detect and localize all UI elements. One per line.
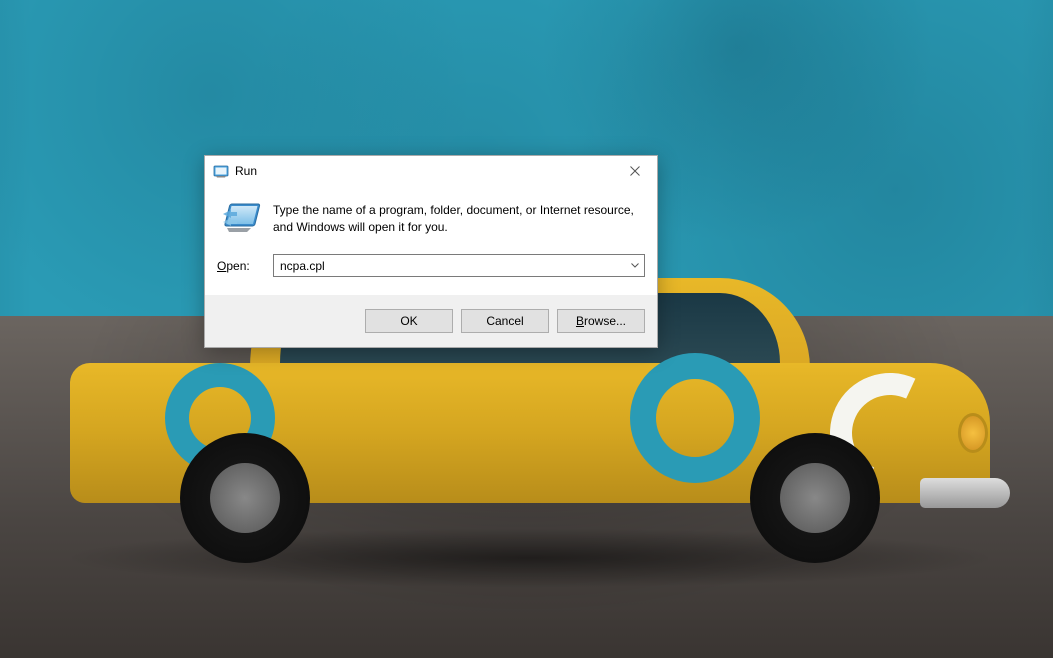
dialog-footer: OK Cancel Browse... (205, 295, 657, 347)
run-app-icon (221, 200, 261, 236)
browse-button[interactable]: Browse... (557, 309, 645, 333)
close-icon (630, 166, 640, 176)
wallpaper-car-taillight (958, 413, 988, 453)
close-button[interactable] (612, 157, 657, 186)
description-row: Type the name of a program, folder, docu… (217, 200, 645, 236)
titlebar-title: Run (235, 164, 612, 178)
wallpaper-car-bumper (920, 478, 1010, 508)
chevron-down-icon (631, 263, 639, 268)
combobox-dropdown-button[interactable] (626, 255, 644, 276)
open-label: Open: (217, 259, 273, 273)
dialog-body: Type the name of a program, folder, docu… (205, 186, 657, 295)
titlebar[interactable]: Run (205, 156, 657, 186)
run-titlebar-icon (213, 163, 229, 179)
wallpaper-car-wheel (180, 433, 310, 563)
ok-button[interactable]: OK (365, 309, 453, 333)
description-text: Type the name of a program, folder, docu… (273, 200, 645, 236)
open-input[interactable] (274, 255, 626, 276)
run-dialog: Run (204, 155, 658, 348)
wallpaper-decor-circle (630, 353, 760, 483)
open-row: Open: (217, 254, 645, 277)
wallpaper-car-wheel (750, 433, 880, 563)
cancel-button[interactable]: Cancel (461, 309, 549, 333)
open-combobox[interactable] (273, 254, 645, 277)
